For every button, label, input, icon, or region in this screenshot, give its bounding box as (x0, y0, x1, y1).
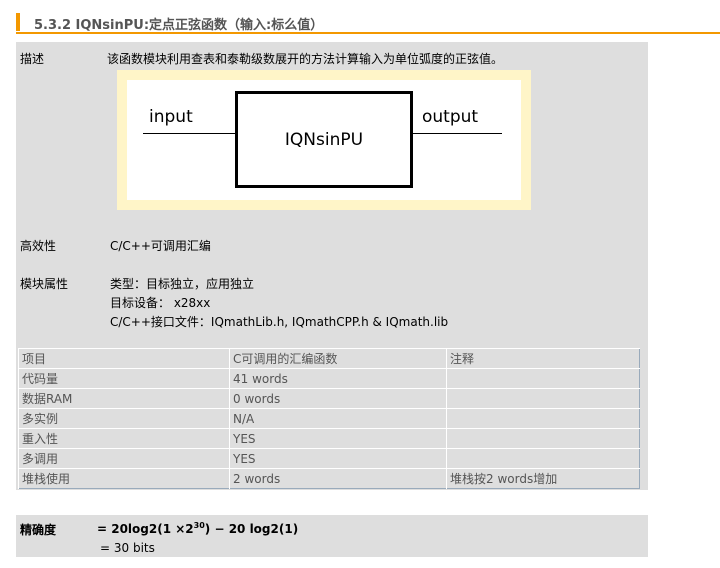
table-cell: N/A (229, 408, 447, 429)
table-cell: 注释 (446, 348, 640, 369)
table-header-row: 项目 C可调用的汇编函数 注释 (18, 348, 640, 369)
formula-part: = 20log2(1 ×2 (97, 522, 194, 536)
table-cell: 代码量 (18, 368, 230, 389)
table-cell (446, 448, 640, 469)
title-underline (16, 32, 720, 34)
table-row: 代码量 41 words (18, 368, 640, 389)
table-row: 多实例 N/A (18, 408, 640, 429)
accuracy-label: 精确度 (20, 523, 57, 537)
section-title: 5.3.2 IQNsinPU:定点正弦函数（输入:标么值） (34, 18, 324, 33)
table-cell: 重入性 (18, 428, 230, 449)
table-row: 数据RAM 0 words (18, 388, 640, 409)
table-row: 多调用 YES (18, 448, 640, 469)
formula-part: ) − 20 log2(1) (204, 522, 299, 536)
accuracy-formula: = 20log2(1 ×230) − 20 log2(1) (97, 521, 298, 536)
table-cell: YES (229, 448, 447, 469)
spec-table: 项目 C可调用的汇编函数 注释 代码量 41 words 数据RAM 0 words 多实例 N… (18, 348, 640, 489)
table-cell (446, 428, 640, 449)
table-cell: 41 words (229, 368, 447, 389)
attribute-files: C/C++接口文件：IQmathLib.h, IQmathCPP.h & IQm… (110, 315, 449, 329)
table-cell: 多调用 (18, 448, 230, 469)
table-cell: 项目 (18, 348, 230, 369)
table-cell (446, 368, 640, 389)
formula-exponent: 30 (193, 521, 205, 530)
title-accent-bar (16, 13, 20, 31)
diagram-output-label: output (422, 107, 479, 127)
table-cell: 数据RAM (18, 388, 230, 409)
attribute-device: 目标设备： x28xx (110, 296, 211, 310)
table-cell: 多实例 (18, 408, 230, 429)
table-cell (446, 388, 640, 409)
table-cell: 2 words (229, 468, 447, 489)
table-row: 堆栈使用 2 words 堆栈按2 words增加 (18, 468, 640, 489)
description-text: 该函数模块利用查表和泰勒级数展开的方法计算输入为单位弧度的正弦值。 (107, 52, 504, 66)
input-line (143, 133, 235, 134)
attributes-label: 模块属性 (20, 277, 69, 291)
diagram-input-label: input (149, 107, 193, 127)
description-label: 描述 (20, 52, 45, 66)
diagram-block: IQNsinPU (235, 91, 413, 188)
attributes-list: 类型：目标独立，应用独立 目标设备： x28xx C/C++接口文件：IQmat… (110, 275, 448, 332)
table-cell: 堆栈按2 words增加 (446, 468, 640, 489)
efficiency-value: C/C++可调用汇编 (110, 239, 211, 253)
table-cell: 0 words (229, 388, 447, 409)
table-cell: 堆栈使用 (18, 468, 230, 489)
accuracy-result: = 30 bits (100, 541, 155, 555)
table-cell: C可调用的汇编函数 (229, 348, 447, 369)
attribute-type: 类型：目标独立，应用独立 (110, 277, 255, 291)
efficiency-label: 高效性 (20, 239, 57, 253)
table-row: 重入性 YES (18, 428, 640, 449)
output-line (411, 133, 502, 134)
table-cell (446, 408, 640, 429)
table-cell: YES (229, 428, 447, 449)
